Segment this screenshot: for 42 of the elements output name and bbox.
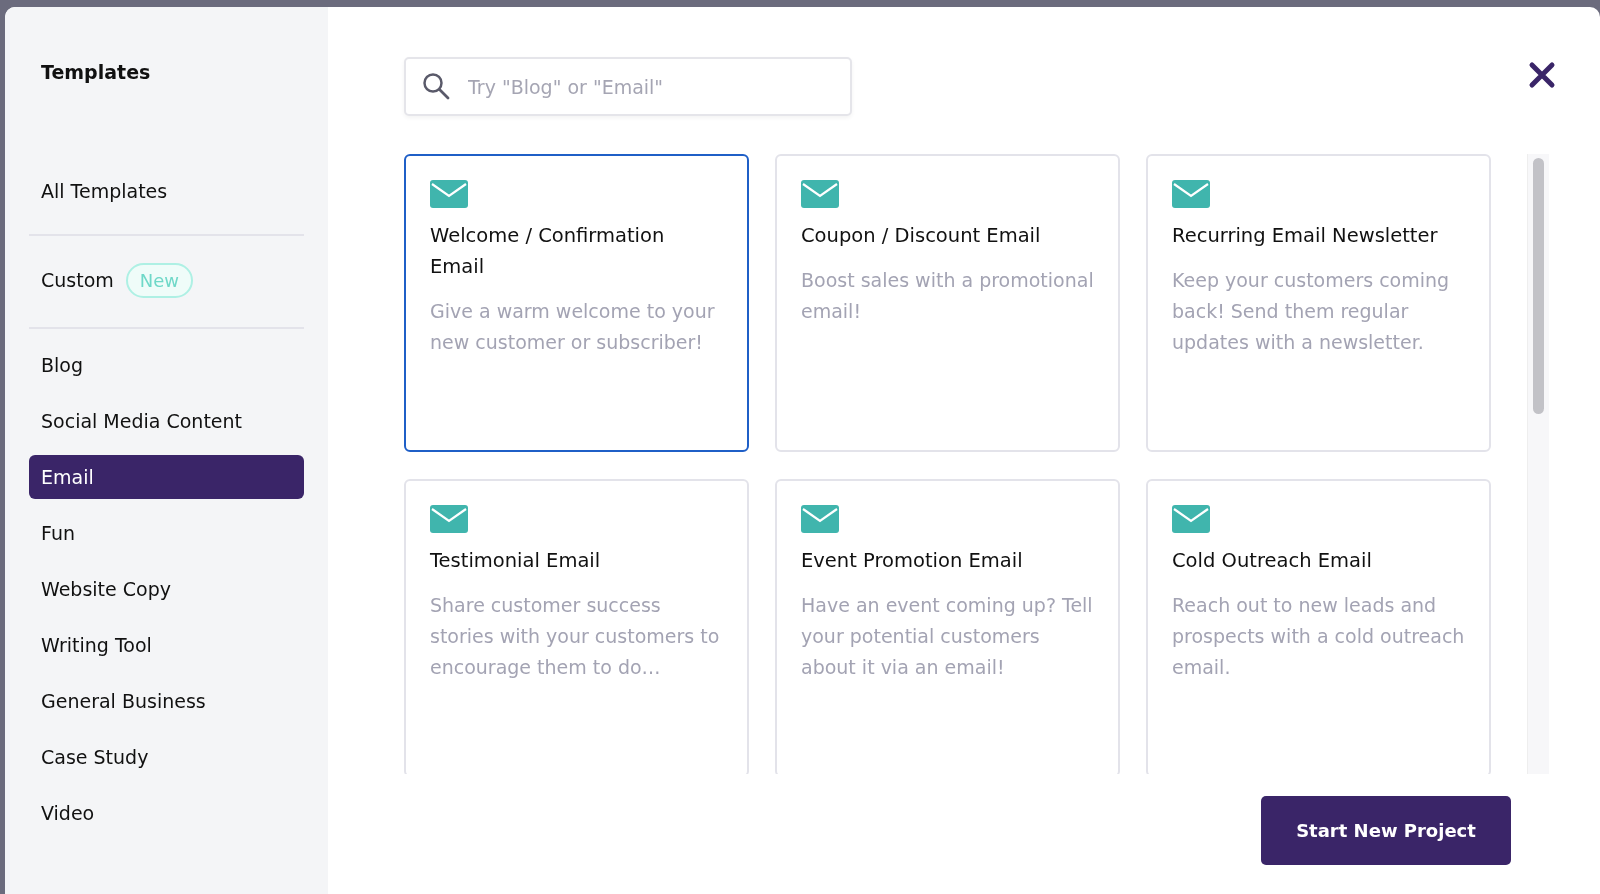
template-description: Share customer success stories with your customers to encourage them to do… <box>430 593 721 680</box>
scrollbar[interactable] <box>1527 154 1549 774</box>
template-card[interactable]: Recurring Email Newsletter Keep your customers coming back! Send them regular updates with a newsletter. <box>1146 154 1491 452</box>
template-card[interactable]: Coupon / Discount Email Boost sales with a promotional email! <box>775 154 1120 452</box>
template-title: Testimonial Email <box>430 548 602 574</box>
template-title: Recurring Email Newsletter <box>1172 223 1439 249</box>
sidebar-item[interactable]: Writing Tool <box>29 623 304 667</box>
envelope-icon <box>1172 505 1210 533</box>
envelope-icon <box>430 505 468 533</box>
sidebar-item[interactable]: Video <box>29 791 304 835</box>
start-project-button[interactable]: Start New Project <box>1261 796 1511 865</box>
sidebar-item[interactable]: Fun <box>29 511 304 555</box>
template-card[interactable]: Cold Outreach Email Reach out to new leads and prospects with a cold outreach email. <box>1146 479 1491 774</box>
sidebar-title: Templates <box>40 60 152 85</box>
template-card[interactable]: Event Promotion Email Have an event coming up? Tell your potential customers about it via an email! <box>775 479 1120 774</box>
sidebar-item[interactable]: Website Copy <box>29 567 304 611</box>
envelope-icon <box>801 505 839 533</box>
sidebar-item-label: Custom <box>41 267 114 293</box>
template-card[interactable]: Welcome / Confirmation Email Give a warm welcome to your new customer or subscriber! <box>404 154 749 452</box>
sidebar-item[interactable]: Blog <box>29 343 304 387</box>
sidebar-item[interactable]: Custom New <box>29 258 304 302</box>
template-description: Have an event coming up? Tell your potential customers about it via an email! <box>801 593 1094 680</box>
search-field[interactable]: Try "Blog" or "Email" <box>404 57 852 116</box>
template-title: Welcome / Confirmation Email <box>430 223 666 280</box>
envelope-icon <box>430 180 468 208</box>
envelope-icon <box>801 180 839 208</box>
template-title: Coupon / Discount Email <box>801 223 1042 249</box>
close-icon <box>1528 61 1556 89</box>
template-description: Boost sales with a promotional email! <box>801 268 1094 324</box>
new-badge: New <box>125 262 194 298</box>
sidebar-item[interactable]: Email <box>29 455 304 499</box>
template-card[interactable]: Testimonial Email Share customer success stories with your customers to encourage them to do… <box>404 479 749 774</box>
envelope-icon <box>1172 180 1210 208</box>
template-description: Keep your customers coming back! Send them regular updates with a newsletter. <box>1172 268 1451 355</box>
sidebar-item[interactable]: General Business <box>29 679 304 723</box>
sidebar-item[interactable]: All Templates <box>29 169 304 213</box>
template-description: Reach out to new leads and prospects with a cold outreach email. <box>1172 593 1465 680</box>
sidebar-item[interactable]: Social Media Content <box>29 399 304 443</box>
template-description: Give a warm welcome to your new customer or subscriber! <box>430 299 716 355</box>
template-title: Cold Outreach Email <box>1172 548 1373 574</box>
template-title: Event Promotion Email <box>801 548 1024 574</box>
sidebar-item[interactable]: Case Study <box>29 735 304 779</box>
